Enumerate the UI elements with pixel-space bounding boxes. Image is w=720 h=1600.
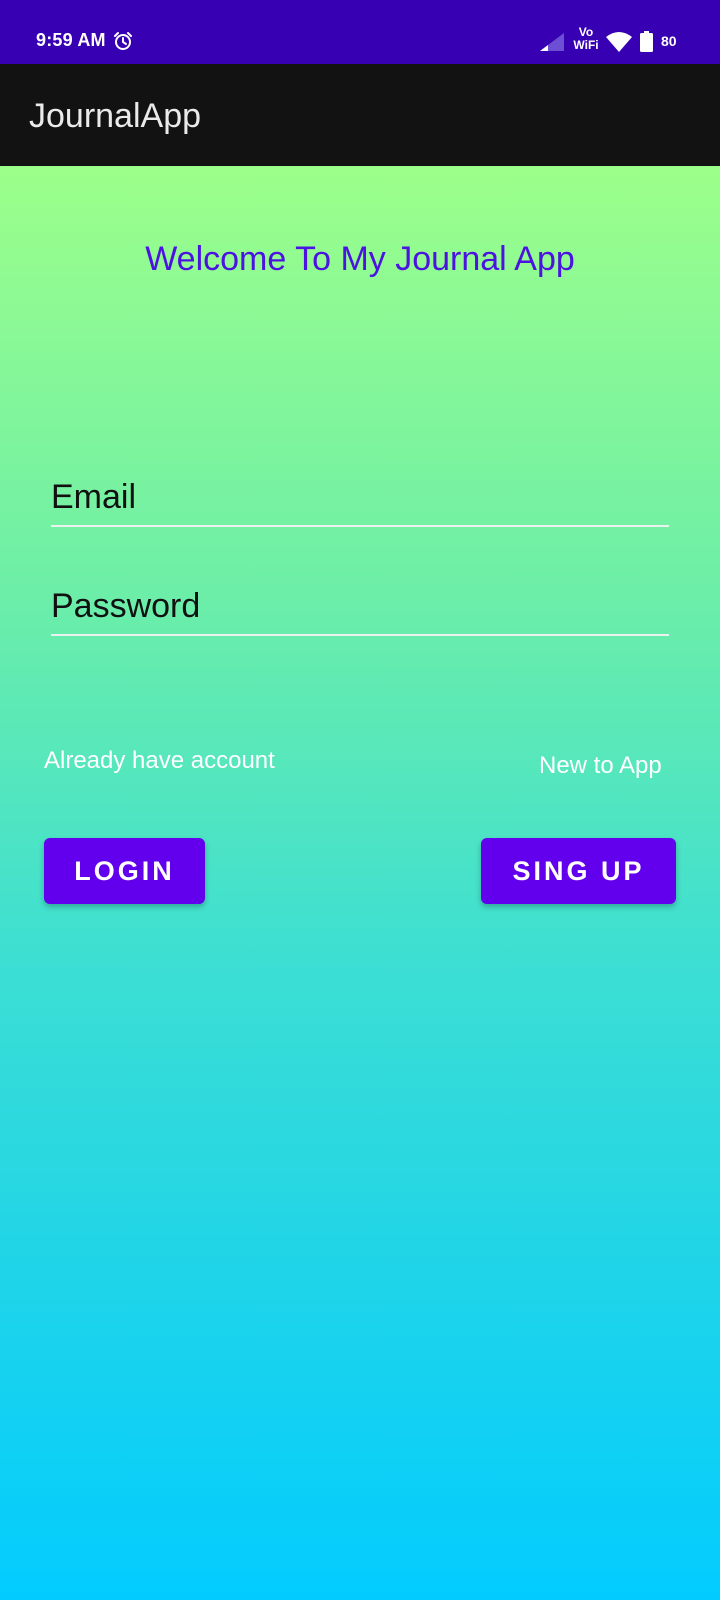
vowifi-indicator: Vo WiFi [573,25,599,52]
battery-icon [640,31,653,52]
login-hint: Already have account [44,747,275,774]
wifi-icon [606,32,632,53]
signup-button[interactable]: SING UP [481,838,676,904]
signup-hint: New to App [539,752,662,779]
battery-level: 80 [661,33,677,49]
login-button[interactable]: LOGIN [44,838,205,904]
status-bar: 9:59 AM Vo WiFi 80 [0,0,720,64]
alarm-icon [114,32,132,50]
signal-icon [540,33,564,51]
welcome-heading: Welcome To My Journal App [145,240,575,278]
app-title: JournalApp [29,97,202,135]
email-field[interactable] [51,469,669,527]
password-field[interactable] [51,578,669,636]
screen: 9:59 AM Vo WiFi 80 JournalApp Welcome To… [0,0,720,1600]
status-time: 9:59 AM [36,30,106,50]
